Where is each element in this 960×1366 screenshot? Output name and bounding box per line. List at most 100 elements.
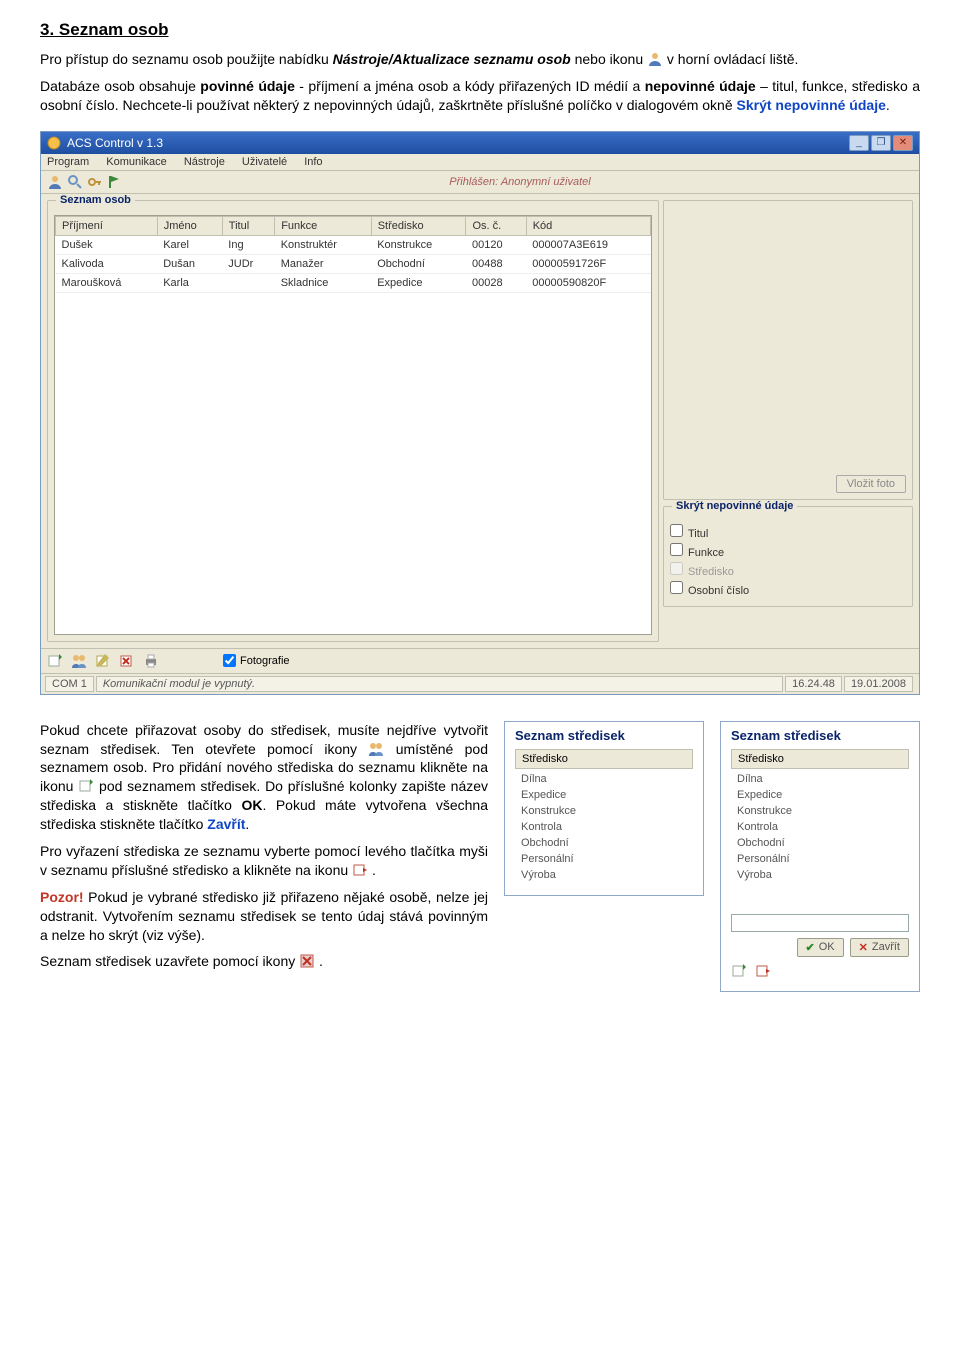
people-icon xyxy=(368,741,384,757)
people-icon[interactable] xyxy=(71,653,87,669)
hide-option[interactable]: Titul xyxy=(670,524,906,540)
table-cell: Konstruktér xyxy=(275,235,372,254)
table-cell: Manažer xyxy=(275,254,372,273)
add-icon[interactable] xyxy=(731,963,747,979)
menu-komunikace[interactable]: Komunikace xyxy=(106,156,167,168)
list-item[interactable]: Kontrola xyxy=(731,819,909,835)
table-cell: Ing xyxy=(222,235,274,254)
list-item[interactable]: Výroba xyxy=(731,867,909,883)
menu-info[interactable]: Info xyxy=(304,156,322,168)
centers-title: Seznam středisek xyxy=(515,728,693,743)
ok-button[interactable]: ✔OK xyxy=(797,938,844,957)
col-stredisko[interactable]: Středisko xyxy=(371,216,466,235)
paragraph-warning: Pozor! Pokud je vybrané středisko již př… xyxy=(40,888,488,945)
hide-option-label: Funkce xyxy=(688,547,724,559)
list-item[interactable]: Personální xyxy=(515,851,693,867)
status-time: 16.24.48 xyxy=(785,676,842,692)
hide-option[interactable]: Osobní číslo xyxy=(670,581,906,597)
list-item[interactable]: Dílna xyxy=(731,771,909,787)
hide-option: Středisko xyxy=(670,562,906,578)
list-item[interactable]: Konstrukce xyxy=(731,803,909,819)
list-item[interactable]: Výroba xyxy=(515,867,693,883)
close-icon xyxy=(299,953,315,969)
panel-title: Seznam osob xyxy=(56,194,135,206)
col-jmeno[interactable]: Jméno xyxy=(157,216,222,235)
flag-icon[interactable] xyxy=(107,174,123,190)
list-item[interactable]: Expedice xyxy=(731,787,909,803)
key-icon[interactable] xyxy=(87,174,103,190)
col-titul[interactable]: Titul xyxy=(222,216,274,235)
minimize-button[interactable]: _ xyxy=(849,135,869,151)
table-cell: Dušan xyxy=(157,254,222,273)
list-item[interactable]: Kontrola xyxy=(515,819,693,835)
hide-option-checkbox[interactable] xyxy=(670,524,683,537)
close-button[interactable]: ✕Zavřít xyxy=(850,938,909,957)
close-button[interactable]: ✕ xyxy=(893,135,913,151)
hide-option-checkbox[interactable] xyxy=(670,543,683,556)
hide-optional-panel: Skrýt nepovinné údaje TitulFunkceStředis… xyxy=(663,506,913,607)
hide-option-label: Osobní číslo xyxy=(688,585,749,597)
photo-checkbox-input[interactable] xyxy=(223,654,236,667)
status-date: 19.01.2008 xyxy=(844,676,913,692)
add-icon[interactable] xyxy=(47,653,63,669)
col-funkce[interactable]: Funkce xyxy=(275,216,372,235)
list-item[interactable]: Obchodní xyxy=(731,835,909,851)
app-icon xyxy=(47,136,61,150)
centers-panel-readonly: Seznam středisek Středisko DílnaExpedice… xyxy=(504,721,704,896)
photo-checkbox-label: Fotografie xyxy=(240,655,290,667)
person-icon[interactable] xyxy=(47,174,63,190)
menubar: Program Komunikace Nástroje Uživatelé In… xyxy=(41,154,919,171)
list-item[interactable]: Personální xyxy=(731,851,909,867)
search-icon[interactable] xyxy=(67,174,83,190)
paragraph-centers-remove: Pro vyřazení střediska ze seznamu vybert… xyxy=(40,842,488,880)
app-window: ACS Control v 1.3 _ ❐ ✕ Program Komunika… xyxy=(40,131,920,695)
table-cell: 00000591726F xyxy=(526,254,650,273)
table-cell: Expedice xyxy=(371,273,466,292)
table-cell: 00120 xyxy=(466,235,526,254)
edit-icon[interactable] xyxy=(95,653,111,669)
centers-col-header: Středisko xyxy=(515,749,693,769)
col-kod[interactable]: Kód xyxy=(526,216,650,235)
photo-checkbox[interactable]: Fotografie xyxy=(223,654,290,667)
col-osc[interactable]: Os. č. xyxy=(466,216,526,235)
remove-icon[interactable] xyxy=(755,963,771,979)
status-com: COM 1 xyxy=(45,676,94,692)
photo-panel: Vložit foto xyxy=(663,200,913,500)
persons-panel: Seznam osob Příjmení Jméno Titul Funkce … xyxy=(47,200,659,642)
list-item[interactable]: Obchodní xyxy=(515,835,693,851)
list-item[interactable]: Konstrukce xyxy=(515,803,693,819)
section-heading: 3. Seznam osob xyxy=(40,20,920,40)
paragraph-db: Databáze osob obsahuje povinné údaje - p… xyxy=(40,77,920,115)
list-item[interactable]: Expedice xyxy=(515,787,693,803)
centers-col-header: Středisko xyxy=(731,749,909,769)
table-row[interactable]: MarouškováKarlaSkladniceExpedice00028000… xyxy=(56,273,651,292)
table-cell xyxy=(222,273,274,292)
hide-option-checkbox xyxy=(670,562,683,575)
center-name-input[interactable] xyxy=(731,914,909,932)
persons-grid[interactable]: Příjmení Jméno Titul Funkce Středisko Os… xyxy=(54,215,652,635)
menu-uzivatele[interactable]: Uživatelé xyxy=(242,156,287,168)
menu-program[interactable]: Program xyxy=(47,156,89,168)
paragraph-centers-create: Pokud chcete přiřazovat osoby do středis… xyxy=(40,721,488,834)
window-title: ACS Control v 1.3 xyxy=(67,136,163,150)
bottom-toolbar: Fotografie xyxy=(41,648,919,673)
maximize-button[interactable]: ❐ xyxy=(871,135,891,151)
hide-option-label: Středisko xyxy=(688,566,734,578)
menu-nastroje[interactable]: Nástroje xyxy=(184,156,225,168)
table-row[interactable]: KalivodaDušanJUDrManažerObchodní00488000… xyxy=(56,254,651,273)
table-cell: 00488 xyxy=(466,254,526,273)
print-icon[interactable] xyxy=(143,653,159,669)
hide-option-checkbox[interactable] xyxy=(670,581,683,594)
table-cell: Skladnice xyxy=(275,273,372,292)
table-cell: 000007A3E619 xyxy=(526,235,650,254)
list-item[interactable]: Dílna xyxy=(515,771,693,787)
table-cell: Maroušková xyxy=(56,273,158,292)
table-cell: JUDr xyxy=(222,254,274,273)
hide-option[interactable]: Funkce xyxy=(670,543,906,559)
table-row[interactable]: DušekKarelIngKonstruktérKonstrukce001200… xyxy=(56,235,651,254)
table-cell: Konstrukce xyxy=(371,235,466,254)
insert-photo-button[interactable]: Vložit foto xyxy=(836,475,906,493)
table-cell: Kalivoda xyxy=(56,254,158,273)
delete-icon[interactable] xyxy=(119,653,135,669)
col-prijmeni[interactable]: Příjmení xyxy=(56,216,158,235)
